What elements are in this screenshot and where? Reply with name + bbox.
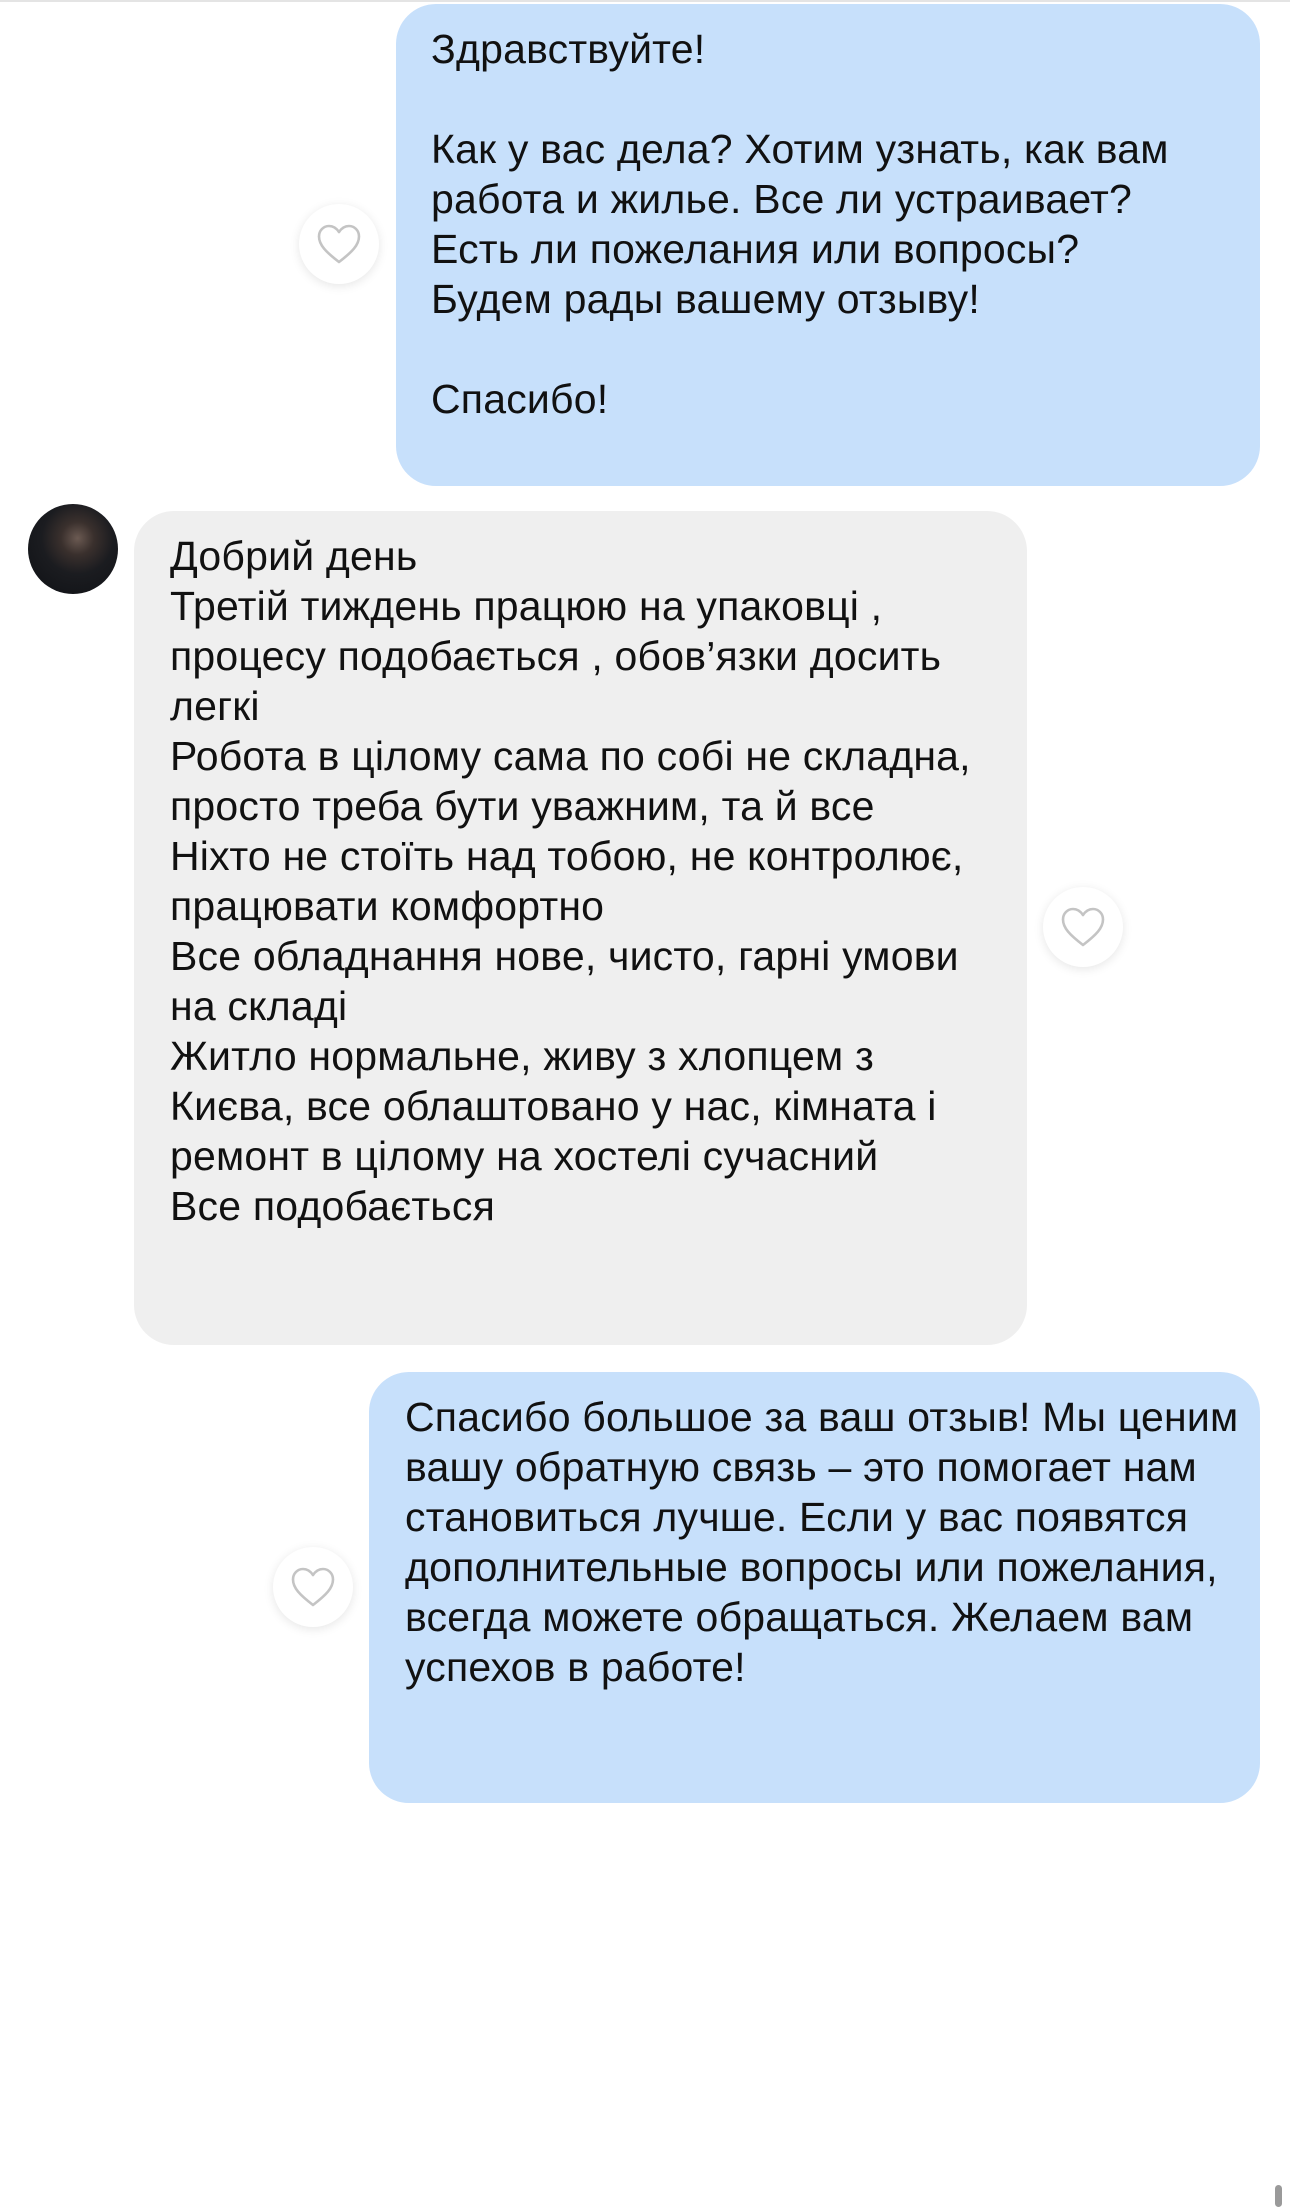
like-button-message-2[interactable] — [1043, 887, 1123, 967]
contact-avatar[interactable] — [28, 504, 118, 594]
top-divider — [0, 0, 1290, 2]
heart-outline-icon — [291, 1567, 335, 1607]
incoming-message-bubble[interactable]: Добрий день Третій тиждень працюю на упа… — [134, 511, 1027, 1345]
like-button-message-3[interactable] — [273, 1547, 353, 1627]
heart-outline-icon — [317, 224, 361, 264]
scroll-indicator[interactable] — [1275, 2185, 1282, 2207]
outgoing-message-bubble[interactable]: Спасибо большое за ваш отзыв! Мы ценим в… — [369, 1372, 1260, 1803]
heart-outline-icon — [1061, 907, 1105, 947]
outgoing-message-bubble[interactable]: Здравствуйте! Как у вас дела? Хотим узна… — [396, 4, 1260, 486]
like-button-message-1[interactable] — [299, 204, 379, 284]
